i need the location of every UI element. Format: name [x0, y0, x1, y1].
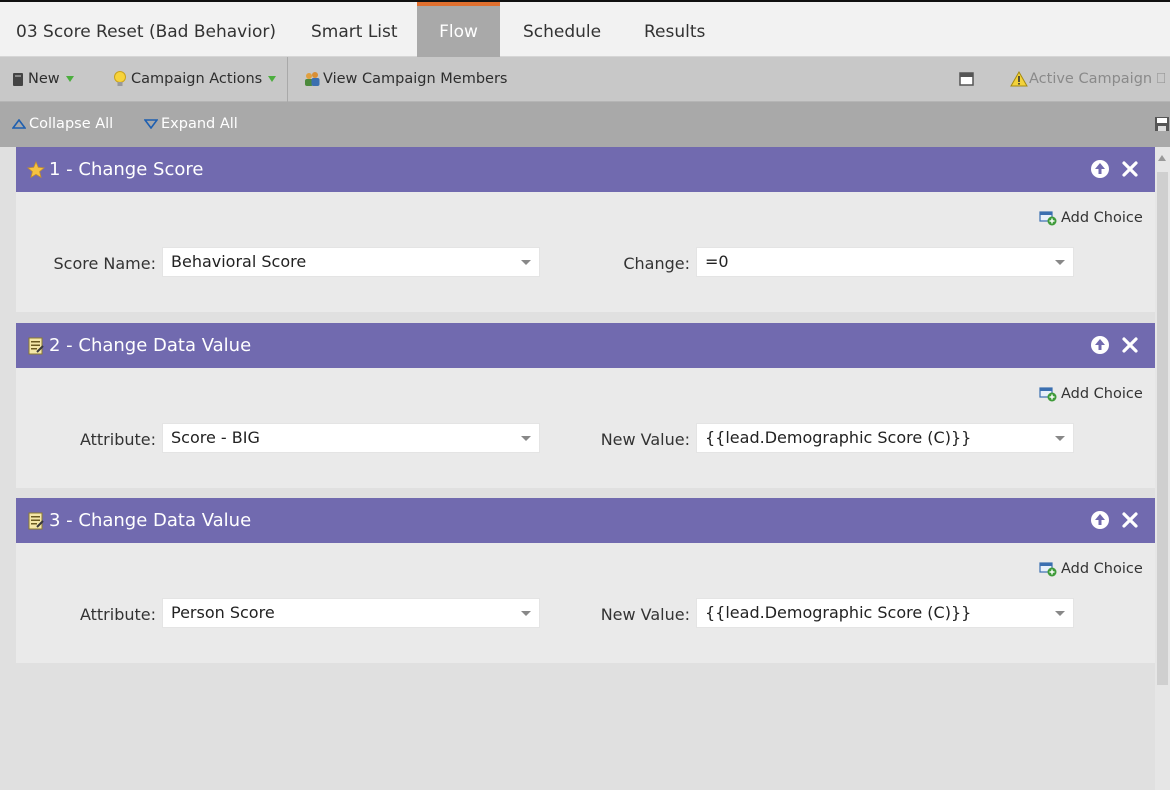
- add-choice-label: Add Choice: [1061, 210, 1143, 226]
- new-menu-button[interactable]: New: [12, 57, 74, 102]
- people-icon: [305, 72, 320, 86]
- new-value-label: New Value:: [600, 430, 690, 449]
- add-choice-icon: [1039, 211, 1057, 226]
- campaign-status-indicator[interactable]: Active Campaign ⎕ ch: [1010, 57, 1170, 102]
- warning-icon: [1010, 71, 1028, 87]
- add-choice-icon: [1039, 387, 1057, 402]
- campaign-title[interactable]: 03 Score Reset (Bad Behavior): [16, 2, 276, 57]
- flow-step-title: 1 - Change Score: [49, 159, 204, 180]
- add-choice-button[interactable]: Add Choice: [1039, 386, 1143, 402]
- close-icon[interactable]: [1120, 335, 1140, 355]
- toolbar-divider: [287, 57, 288, 102]
- add-choice-label: Add Choice: [1061, 386, 1143, 402]
- new-menu-label: New: [28, 71, 60, 87]
- tab-bar: 03 Score Reset (Bad Behavior) Smart List…: [0, 2, 1170, 57]
- view-campaign-members-button[interactable]: View Campaign Members: [303, 57, 507, 102]
- expand-down-icon: [143, 119, 159, 130]
- view-campaign-members-label: View Campaign Members: [323, 71, 508, 87]
- collapse-all-label: Collapse All: [29, 116, 114, 132]
- new-value-value: {{lead.Demographic Score (C)}}: [705, 603, 972, 622]
- expand-all-label: Expand All: [161, 116, 238, 132]
- new-value-select[interactable]: {{lead.Demographic Score (C)}}: [696, 598, 1074, 628]
- scroll-up-arrow-icon[interactable]: [1158, 155, 1166, 161]
- tab-results[interactable]: Results: [644, 2, 705, 57]
- change-value: =0: [705, 252, 729, 271]
- flow-step-title: 3 - Change Data Value: [49, 510, 252, 531]
- campaign-actions-button[interactable]: Campaign Actions: [113, 57, 277, 102]
- new-value-value: {{lead.Demographic Score (C)}}: [705, 428, 972, 447]
- close-icon[interactable]: [1120, 159, 1140, 179]
- save-button[interactable]: [1154, 102, 1170, 147]
- data-value-icon: [28, 512, 44, 530]
- chevron-down-icon: [521, 611, 531, 616]
- flow-step-header[interactable]: 1 - Change Score: [16, 147, 1155, 192]
- collapse-up-icon: [11, 118, 27, 129]
- tab-smart-list[interactable]: Smart List: [311, 2, 398, 57]
- flow-step-body: Add Choice Attribute: Person Score New V…: [16, 543, 1155, 663]
- save-icon: [1155, 117, 1169, 131]
- collapse-expand-bar: Collapse All Expand All: [0, 102, 1170, 147]
- flow-step-title: 2 - Change Data Value: [49, 335, 252, 356]
- window-toggle-button[interactable]: [959, 57, 974, 102]
- campaign-status-label: Active Campaign ⎕ ch: [1029, 71, 1170, 87]
- add-choice-label: Add Choice: [1061, 561, 1143, 577]
- add-choice-button[interactable]: Add Choice: [1039, 210, 1143, 226]
- flow-step-body: Add Choice Score Name: Behavioral Score …: [16, 192, 1155, 312]
- dropdown-arrow-icon: [268, 76, 277, 82]
- add-choice-button[interactable]: Add Choice: [1039, 561, 1143, 577]
- dropdown-arrow-icon: [65, 76, 74, 82]
- score-name-label: Score Name:: [53, 254, 157, 273]
- flow-step-1: 1 - Change Score Add Choice Score Name:: [16, 147, 1155, 312]
- move-up-icon[interactable]: [1090, 159, 1110, 179]
- move-up-icon[interactable]: [1090, 510, 1110, 530]
- window-icon: [959, 72, 974, 86]
- star-icon: [27, 161, 45, 179]
- chevron-down-icon: [521, 260, 531, 265]
- attribute-label: Attribute:: [79, 605, 156, 624]
- score-name-select[interactable]: Behavioral Score: [162, 247, 540, 277]
- data-value-icon: [28, 337, 44, 355]
- toolbar: New Campaign Actions View Campaign Membe…: [0, 57, 1170, 102]
- chevron-down-icon: [1055, 260, 1065, 265]
- flow-step-body: Add Choice Attribute: Score - BIG New Va…: [16, 368, 1155, 488]
- attribute-select[interactable]: Score - BIG: [162, 423, 540, 453]
- chevron-down-icon: [1055, 436, 1065, 441]
- flow-canvas: 1 - Change Score Add Choice Score Name:: [0, 147, 1170, 790]
- attribute-label: Attribute:: [79, 430, 156, 449]
- flow-step-3: 3 - Change Data Value Add Choice Attribu…: [16, 498, 1155, 663]
- chevron-down-icon: [521, 436, 531, 441]
- attribute-select[interactable]: Person Score: [162, 598, 540, 628]
- new-value-select[interactable]: {{lead.Demographic Score (C)}}: [696, 423, 1074, 453]
- attribute-value: Person Score: [171, 603, 275, 622]
- attribute-value: Score - BIG: [171, 428, 260, 447]
- expand-all-button[interactable]: Expand All: [143, 102, 238, 147]
- new-value-label: New Value:: [600, 605, 690, 624]
- flow-step-header[interactable]: 2 - Change Data Value: [16, 323, 1155, 368]
- campaign-actions-label: Campaign Actions: [131, 71, 263, 87]
- lightbulb-icon: [114, 70, 126, 86]
- add-choice-icon: [1039, 562, 1057, 577]
- close-icon[interactable]: [1120, 510, 1140, 530]
- change-select[interactable]: =0: [696, 247, 1074, 277]
- move-up-icon[interactable]: [1090, 335, 1110, 355]
- flow-step-header[interactable]: 3 - Change Data Value: [16, 498, 1155, 543]
- scrollbar-thumb[interactable]: [1157, 172, 1168, 685]
- collapse-all-button[interactable]: Collapse All: [11, 102, 114, 147]
- vertical-scrollbar[interactable]: [1155, 147, 1170, 790]
- new-document-icon: [13, 72, 23, 86]
- change-label: Change:: [623, 254, 690, 273]
- tab-schedule[interactable]: Schedule: [523, 2, 601, 57]
- flow-step-2: 2 - Change Data Value Add Choice Attribu…: [16, 323, 1155, 488]
- tab-flow[interactable]: Flow: [417, 2, 500, 57]
- score-name-value: Behavioral Score: [171, 252, 307, 271]
- chevron-down-icon: [1055, 611, 1065, 616]
